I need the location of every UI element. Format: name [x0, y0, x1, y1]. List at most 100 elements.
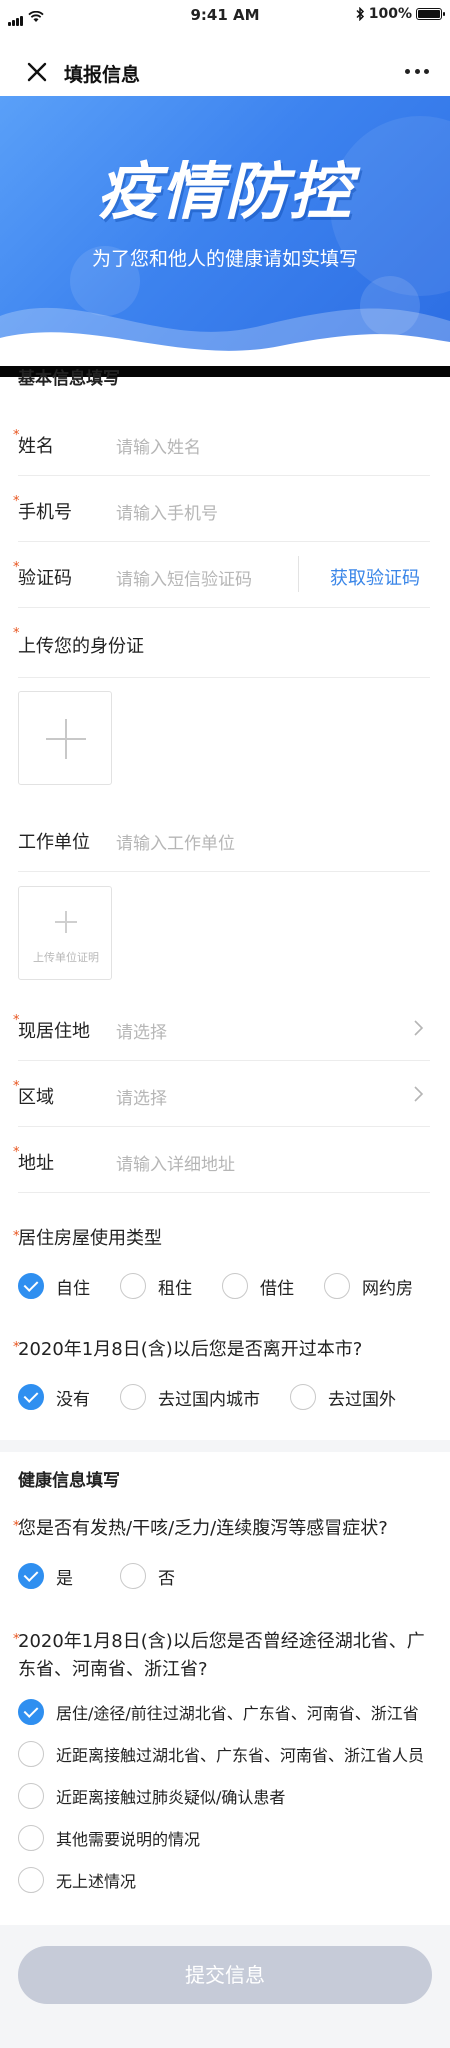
id-upload-label: 上传您的身份证 — [18, 636, 144, 657]
required-mark: * — [13, 1632, 20, 1647]
work-field[interactable]: 工作单位 请输入工作单位 — [18, 806, 430, 872]
option-label: 无上述情况 — [56, 1872, 137, 1891]
section-health-title: 健康信息填写 — [18, 1471, 120, 1491]
battery-icon — [416, 8, 445, 20]
section-basic-title: 基本信息填写 — [18, 369, 120, 389]
housing-option-self[interactable]: 自住 — [18, 1273, 90, 1299]
housing-label: 居住房屋使用类型 — [18, 1228, 162, 1249]
hubei-option-none[interactable]: 无上述情况 — [18, 1867, 136, 1893]
banner-subtitle: 为了您和他人的健康请如实填写 — [91, 248, 358, 270]
symptoms-label: 您是否有发热/干咳/乏力/连续腹泻等感冒症状? — [18, 1518, 388, 1539]
hubei-label: 2020年1月8日(含)以后您是否曾经途径湖北省、广东省、河南省、浙江省? — [18, 1631, 425, 1680]
required-mark: * — [13, 1229, 20, 1244]
more-icon[interactable] — [402, 58, 432, 84]
address-label: 地址 — [18, 1153, 54, 1174]
left-city-label: 2020年1月8日(含)以后您是否离开过本市? — [18, 1339, 363, 1360]
work-label: 工作单位 — [18, 832, 90, 853]
option-label: 去过国内城市 — [158, 1389, 260, 1410]
submit-button[interactable]: 提交信息 — [18, 1946, 432, 2004]
page-title: 填报信息 — [64, 64, 141, 86]
required-mark: * — [13, 1340, 20, 1355]
banner-title: 疫情防控 — [96, 155, 353, 228]
option-label: 没有 — [56, 1389, 90, 1410]
chevron-right-icon — [414, 1086, 424, 1102]
phone-label: 手机号 — [18, 502, 72, 523]
left-city-question: * 2020年1月8日(含)以后您是否离开过本市? — [13, 1336, 438, 1364]
hubei-option-contact-people[interactable]: 近距离接触过湖北省、广东省、河南省、浙江省人员 — [18, 1741, 424, 1767]
radio-icon — [120, 1273, 146, 1299]
banner: 疫情防控 为了您和他人的健康请如实填写 — [0, 96, 450, 366]
option-label: 近距离接触过肺炎疑似/确认患者 — [56, 1788, 286, 1807]
housing-option-borrow[interactable]: 借住 — [222, 1273, 294, 1299]
residence-field[interactable]: * 现居住地 请选择 — [13, 995, 430, 1061]
option-label: 去过国外 — [328, 1389, 396, 1410]
upload-caption: 上传单位证明 — [33, 951, 99, 964]
work-input[interactable]: 请输入工作单位 — [116, 829, 235, 854]
address-field[interactable]: * 地址 请输入详细地址 — [13, 1127, 430, 1193]
plus-icon — [65, 719, 67, 759]
close-icon[interactable] — [24, 59, 50, 85]
address-input[interactable]: 请输入详细地址 — [116, 1150, 235, 1175]
option-label: 自住 — [56, 1278, 90, 1299]
hubei-option-visited[interactable]: 居住/途径/前往过湖北省、广东省、河南省、浙江省 — [18, 1699, 419, 1725]
radio-checked-icon — [18, 1699, 44, 1725]
option-label: 近距离接触过湖北省、广东省、河南省、浙江省人员 — [56, 1746, 425, 1765]
residence-select[interactable]: 请选择 — [116, 1018, 167, 1043]
option-label: 居住/途径/前往过湖北省、广东省、河南省、浙江省 — [56, 1704, 419, 1723]
get-code-button[interactable]: 获取验证码 — [330, 564, 420, 590]
nav-bar: 填报信息 — [0, 42, 450, 102]
work-proof-upload-button[interactable]: 上传单位证明 — [18, 886, 112, 980]
option-label: 网约房 — [362, 1278, 413, 1299]
symptoms-option-yes[interactable]: 是 — [18, 1563, 73, 1589]
area-field[interactable]: * 区域 请选择 — [13, 1061, 430, 1127]
radio-icon — [18, 1783, 44, 1809]
hubei-option-contact-patient[interactable]: 近距离接触过肺炎疑似/确认患者 — [18, 1783, 285, 1809]
hubei-question: * 2020年1月8日(含)以后您是否曾经途径湖北省、广东省、河南省、浙江省? — [13, 1628, 436, 1684]
radio-icon — [222, 1273, 248, 1299]
radio-icon — [120, 1563, 146, 1589]
option-label: 是 — [56, 1568, 73, 1589]
radio-icon — [18, 1741, 44, 1767]
left-city-option-abroad[interactable]: 去过国外 — [290, 1384, 396, 1410]
option-label: 否 — [158, 1568, 175, 1589]
left-city-option-domestic[interactable]: 去过国内城市 — [120, 1384, 260, 1410]
chevron-right-icon — [414, 1020, 424, 1036]
radio-icon — [120, 1384, 146, 1410]
battery-percent: 100% — [368, 6, 412, 22]
option-label: 其他需要说明的情况 — [56, 1830, 201, 1849]
required-mark: * — [13, 1519, 20, 1534]
code-field[interactable]: * 验证码 请输入短信验证码 获取验证码 — [13, 542, 430, 608]
area-select[interactable]: 请选择 — [116, 1084, 167, 1109]
plus-icon — [65, 911, 67, 933]
phone-field[interactable]: * 手机号 请输入手机号 — [13, 476, 430, 542]
phone-input[interactable]: 请输入手机号 — [116, 499, 218, 524]
divider — [298, 556, 299, 592]
hubei-option-other[interactable]: 其他需要说明的情况 — [18, 1825, 200, 1851]
status-bar: 9:41 AM 100% — [0, 0, 450, 32]
code-label: 验证码 — [18, 568, 72, 589]
option-label: 租住 — [158, 1278, 192, 1299]
code-input[interactable]: 请输入短信验证码 — [116, 565, 252, 590]
bluetooth-icon — [356, 7, 364, 21]
id-upload-field: * 上传您的身份证 — [13, 608, 430, 678]
radio-checked-icon — [18, 1384, 44, 1410]
radio-checked-icon — [18, 1273, 44, 1299]
left-city-option-no[interactable]: 没有 — [18, 1384, 90, 1410]
name-input[interactable]: 请输入姓名 — [116, 433, 201, 458]
name-field[interactable]: * 姓名 请输入姓名 — [13, 410, 430, 476]
radio-checked-icon — [18, 1563, 44, 1589]
housing-option-online[interactable]: 网约房 — [324, 1273, 413, 1299]
radio-icon — [290, 1384, 316, 1410]
residence-label: 现居住地 — [18, 1021, 90, 1042]
option-label: 借住 — [260, 1278, 294, 1299]
housing-question: * 居住房屋使用类型 — [13, 1225, 438, 1253]
section-divider — [0, 1440, 450, 1452]
symptoms-option-no[interactable]: 否 — [120, 1563, 175, 1589]
radio-icon — [18, 1867, 44, 1893]
name-label: 姓名 — [18, 436, 54, 457]
banner-wave — [0, 307, 450, 366]
radio-icon — [324, 1273, 350, 1299]
radio-icon — [18, 1825, 44, 1851]
housing-option-rent[interactable]: 租住 — [120, 1273, 192, 1299]
id-upload-button[interactable] — [18, 691, 112, 785]
